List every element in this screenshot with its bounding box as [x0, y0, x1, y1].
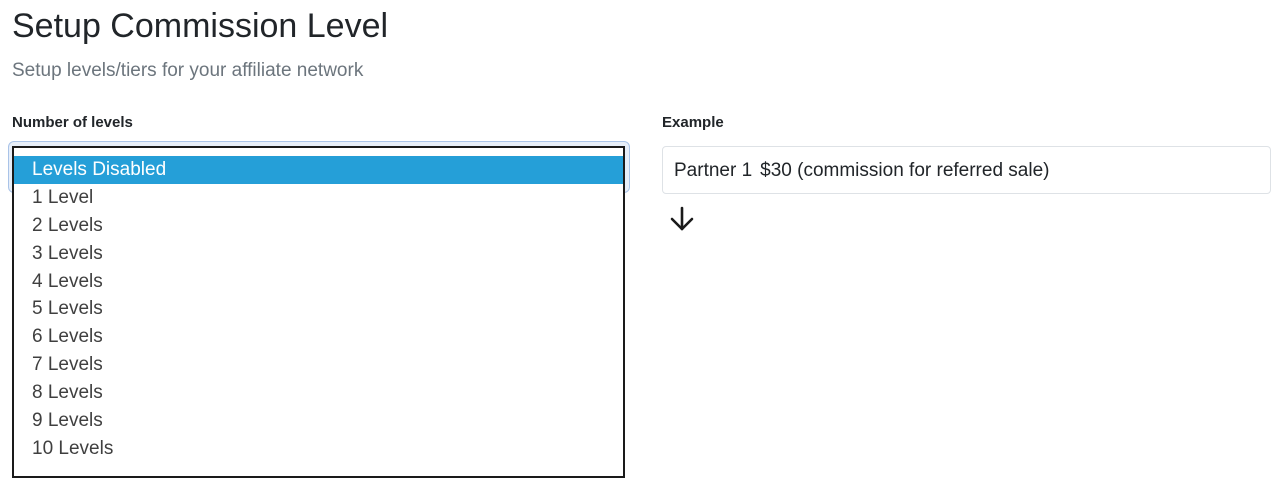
arrow-down-icon — [670, 206, 694, 231]
example-partner: Partner 1 — [674, 160, 753, 181]
dropdown-option-10-levels[interactable]: 10 Levels — [14, 435, 623, 463]
example-amount: $30 (commission for referred sale) — [760, 160, 1050, 181]
dropdown-option-2-levels[interactable]: 2 Levels — [14, 212, 623, 240]
dropdown-option-7-levels[interactable]: 7 Levels — [14, 351, 623, 379]
dropdown-option-6-levels[interactable]: 6 Levels — [14, 323, 623, 351]
levels-dropdown-list[interactable]: Levels Disabled 1 Level 2 Levels 3 Level… — [12, 146, 625, 478]
levels-label: Number of levels — [12, 114, 133, 131]
page-subtitle: Setup levels/tiers for your affiliate ne… — [12, 60, 364, 81]
dropdown-option-1-level[interactable]: 1 Level — [14, 184, 623, 212]
example-label: Example — [662, 114, 724, 131]
dropdown-option-3-levels[interactable]: 3 Levels — [14, 240, 623, 268]
dropdown-option-levels-disabled[interactable]: Levels Disabled — [14, 156, 623, 184]
dropdown-option-5-levels[interactable]: 5 Levels — [14, 295, 623, 323]
example-box: Partner 1 $30 (commission for referred sa… — [662, 146, 1271, 194]
page-title: Setup Commission Level — [12, 7, 389, 45]
dropdown-option-4-levels[interactable]: 4 Levels — [14, 268, 623, 296]
dropdown-option-9-levels[interactable]: 9 Levels — [14, 407, 623, 435]
dropdown-option-8-levels[interactable]: 8 Levels — [14, 379, 623, 407]
